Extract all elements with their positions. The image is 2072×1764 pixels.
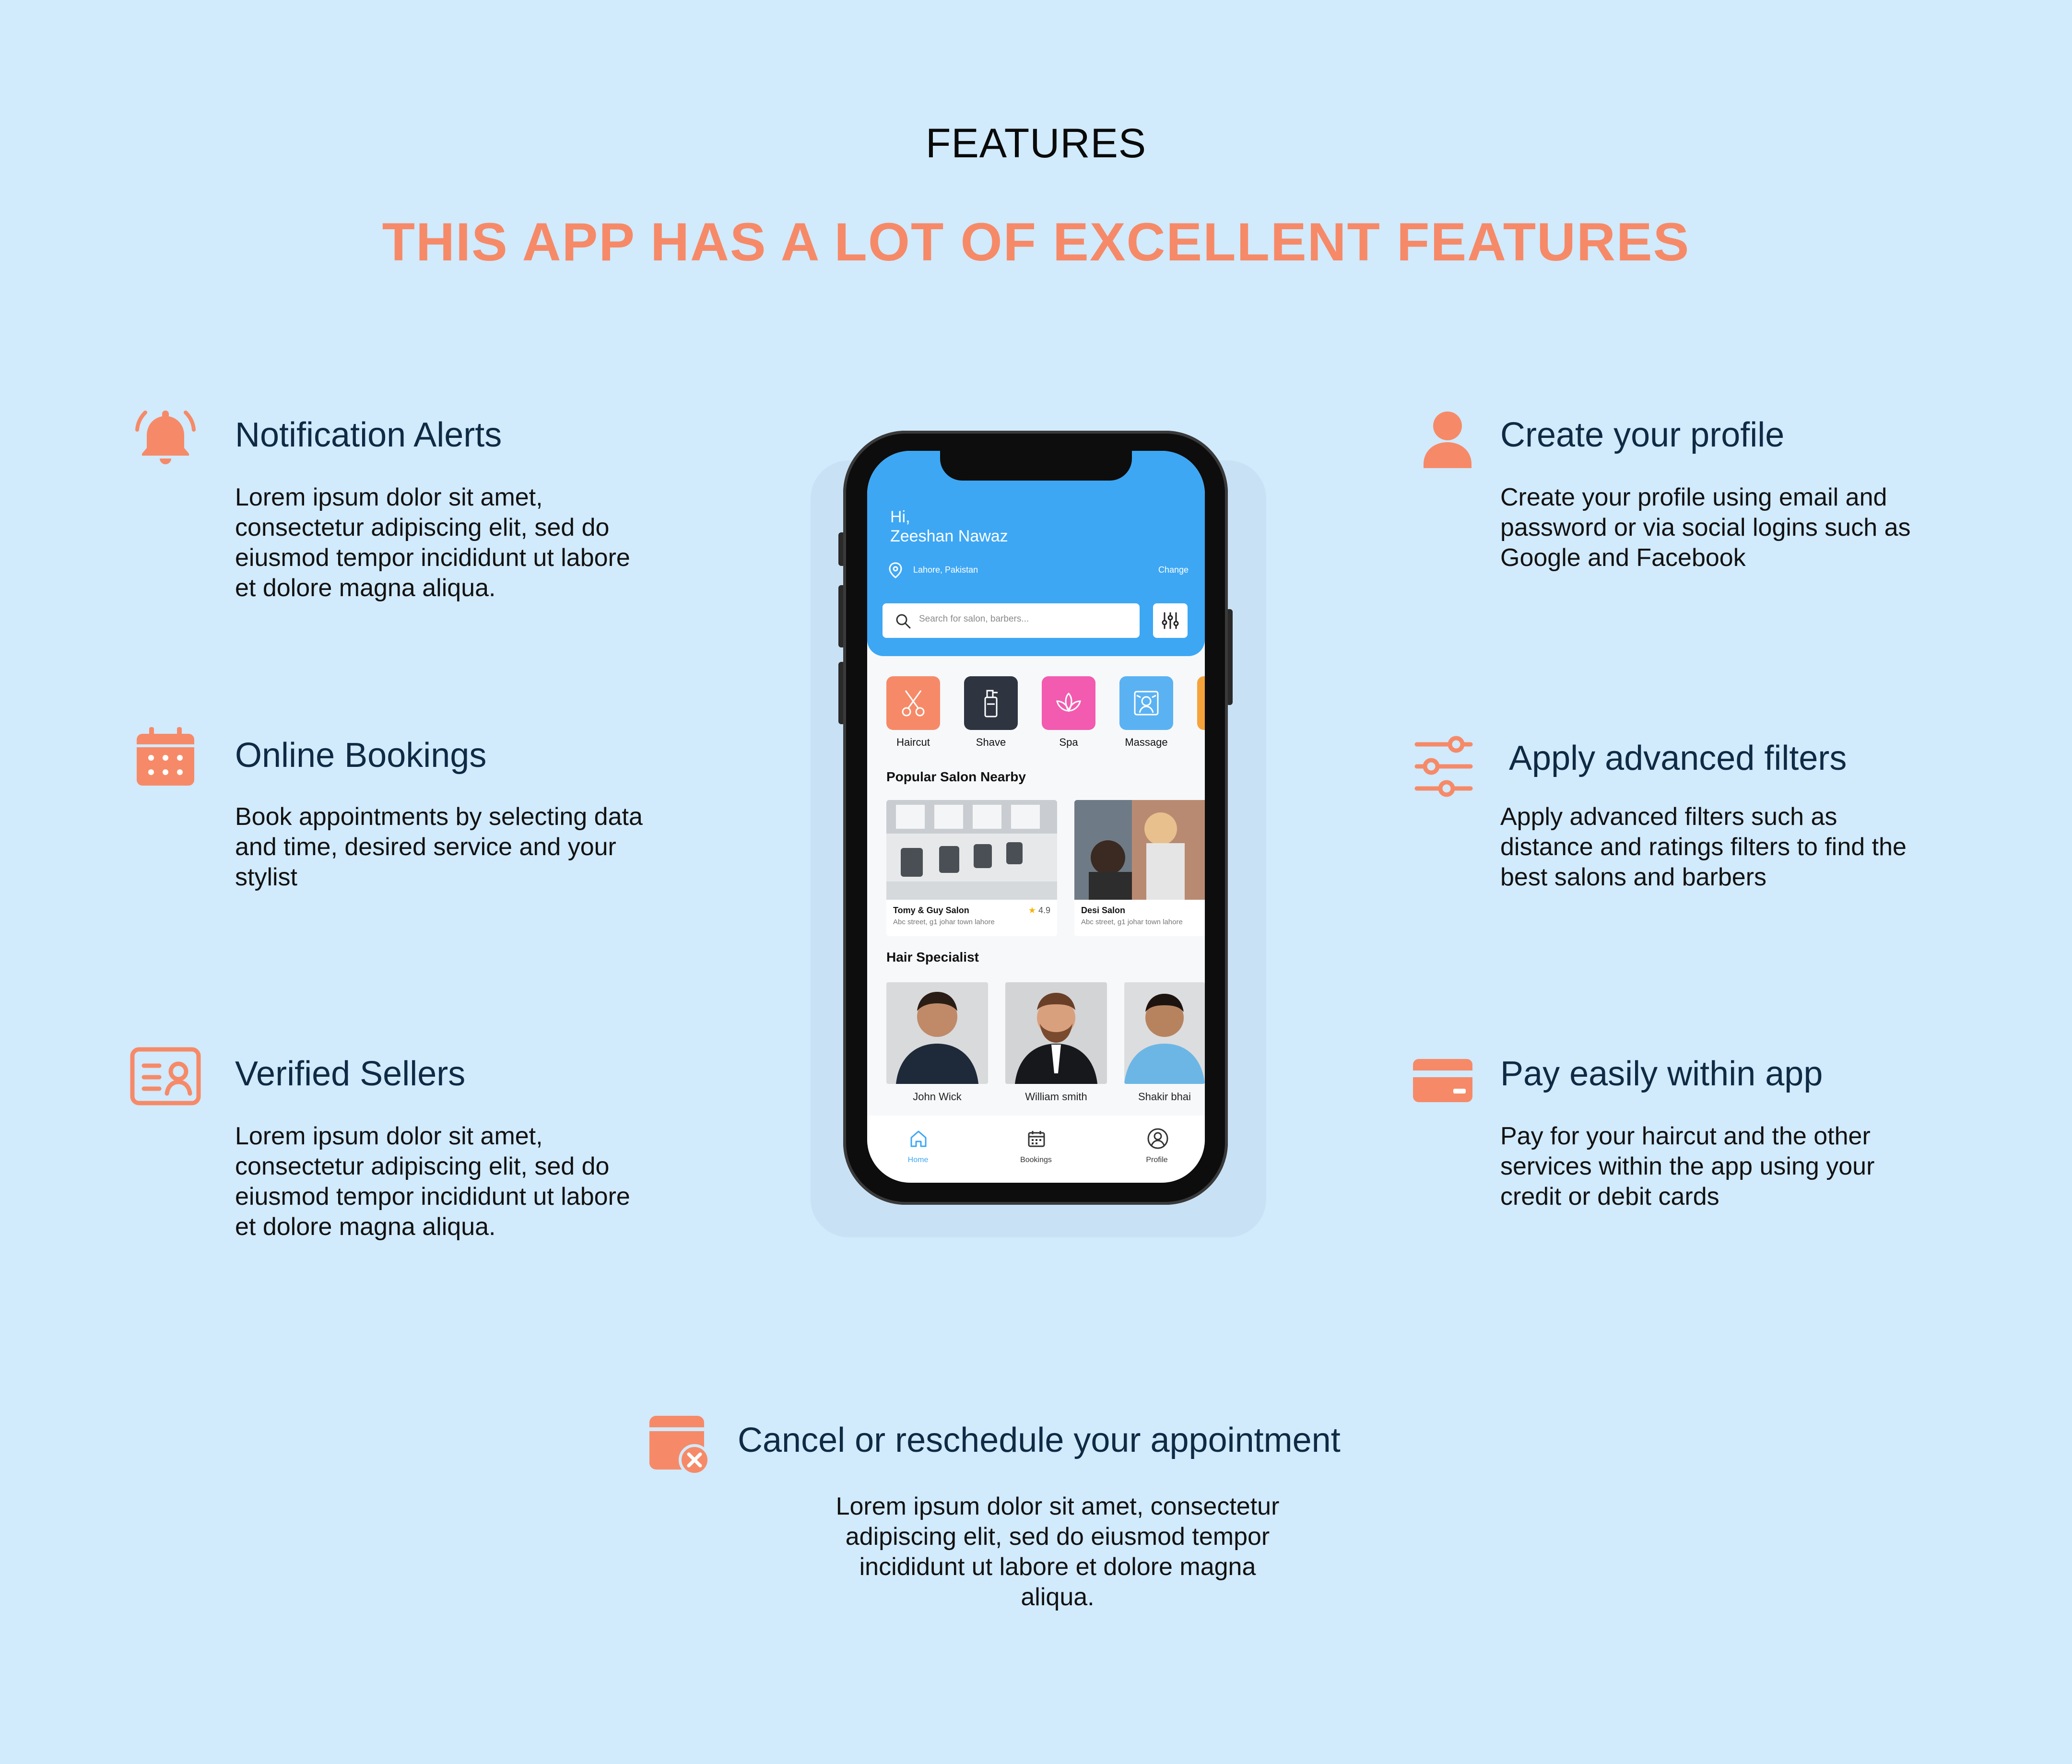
user-icon xyxy=(1424,412,1472,468)
feature-desc-bookings: Book appointments by selecting data and … xyxy=(235,803,643,891)
phone-screen: Hi, Zeeshan Nawaz Lahore, Pakistan Chang… xyxy=(867,451,1205,1183)
shaving-foam-icon xyxy=(984,690,998,717)
tab-label: Home xyxy=(907,1156,929,1164)
tab-home[interactable]: Home xyxy=(889,1129,947,1172)
profile-icon xyxy=(1147,1128,1168,1149)
lotus-icon xyxy=(1056,692,1081,712)
tab-label: Bookings xyxy=(1020,1156,1052,1164)
bottom-tab-bar: Home Bookings Profile xyxy=(867,1116,1205,1183)
id-card-icon xyxy=(130,1047,201,1105)
salon-address: Abc street, g1 johar town lahore xyxy=(893,918,995,926)
feature-title-profile: Create your profile xyxy=(1500,416,1785,454)
category-label: Massage xyxy=(1125,736,1168,748)
sliders-icon xyxy=(1414,736,1473,797)
bell-icon xyxy=(135,411,196,464)
specialist-photo[interactable] xyxy=(886,982,988,1084)
section-eyebrow: FEATURES xyxy=(925,120,1147,166)
massage-icon xyxy=(1134,691,1159,716)
salon-name: Desi Salon xyxy=(1081,906,1126,915)
feature-desc-verified: Lorem ipsum dolor sit amet, consectetur … xyxy=(235,1122,630,1241)
category-label: Spa xyxy=(1059,736,1078,748)
search-placeholder: Search for salon, barbers... xyxy=(919,614,1029,624)
feature-desc-notification: Lorem ipsum dolor sit amet, consectetur … xyxy=(235,483,630,602)
features-page: FEATURES THIS APP HAS A LOT OF EXCELLENT… xyxy=(0,0,2072,1764)
popular-salons-title: Popular Salon Nearby xyxy=(886,769,1026,784)
filter-sliders-icon xyxy=(1162,612,1179,629)
feature-title-filters: Apply advanced filters xyxy=(1509,739,1847,777)
search-icon xyxy=(896,614,911,629)
specialist-photo[interactable] xyxy=(1124,982,1205,1084)
filter-button[interactable] xyxy=(1153,603,1188,638)
feature-title-verified: Verified Sellers xyxy=(235,1055,466,1093)
star-icon: ★ xyxy=(1028,906,1038,915)
salon-photo xyxy=(886,800,1057,900)
feature-title-payment: Pay easily within app xyxy=(1500,1055,1823,1093)
specialist-name: John Wick xyxy=(913,1091,962,1103)
user-name: Zeeshan Nawaz xyxy=(890,527,1008,545)
category-more[interactable] xyxy=(1197,676,1205,730)
phone-notch xyxy=(940,450,1132,481)
tab-bookings[interactable]: Bookings xyxy=(1007,1129,1065,1172)
feature-desc-payment: Pay for your haircut and the other servi… xyxy=(1500,1122,1875,1211)
location-text: Lahore, Pakistan xyxy=(913,565,978,575)
feature-desc-profile: Create your profile using email and pass… xyxy=(1500,483,1911,572)
salon-card[interactable]: Tomy & Guy Salon Abc street, g1 johar to… xyxy=(886,800,1057,936)
category-shave[interactable] xyxy=(964,676,1018,730)
specialist-name: Shakir bhai xyxy=(1138,1091,1191,1103)
calendar-cancel-icon xyxy=(649,1416,710,1476)
category-spa[interactable] xyxy=(1042,676,1095,730)
credit-card-icon xyxy=(1413,1059,1472,1102)
portrait-image xyxy=(1124,982,1205,1084)
specialist-name: William smith xyxy=(1025,1091,1087,1103)
salon-photo xyxy=(1074,800,1205,900)
specialist-photo[interactable] xyxy=(1005,982,1107,1084)
location-pin-icon xyxy=(889,562,902,578)
scissors-icon xyxy=(902,690,925,717)
search-input[interactable]: Search for salon, barbers... xyxy=(883,603,1140,638)
hair-specialist-title: Hair Specialist xyxy=(886,950,979,964)
portrait-image xyxy=(1005,982,1107,1084)
tab-label: Profile xyxy=(1146,1156,1168,1164)
home-icon xyxy=(910,1130,927,1147)
category-label: Shave xyxy=(976,736,1006,748)
feature-title-cancel: Cancel or reschedule your appointment xyxy=(738,1421,1341,1459)
greeting: Hi, Zeeshan Nawaz xyxy=(890,508,1008,545)
category-haircut[interactable] xyxy=(886,676,940,730)
salon-card[interactable]: Desi Salon Abc street, g1 johar town lah… xyxy=(1074,800,1205,936)
tab-profile[interactable]: Profile xyxy=(1128,1127,1186,1172)
feature-title-notification: Notification Alerts xyxy=(235,416,502,454)
salon-rating: ★ 4.9 xyxy=(1028,906,1050,915)
portrait-image xyxy=(886,982,988,1084)
feature-desc-cancel: Lorem ipsum dolor sit amet, consectetur … xyxy=(836,1493,1280,1611)
category-label: Haircut xyxy=(896,736,930,748)
calendar-icon xyxy=(137,727,194,786)
change-location-link[interactable]: Change xyxy=(1158,565,1189,575)
category-massage[interactable] xyxy=(1119,676,1173,730)
section-headline: THIS APP HAS A LOT OF EXCELLENT FEATURES xyxy=(382,212,1690,272)
salon-name: Tomy & Guy Salon xyxy=(893,906,969,915)
calendar-icon xyxy=(1028,1131,1045,1147)
feature-desc-filters: Apply advanced filters such as distance … xyxy=(1500,803,1907,891)
app-header: Hi, Zeeshan Nawaz Lahore, Pakistan Chang… xyxy=(867,451,1205,656)
feature-title-bookings: Online Bookings xyxy=(235,736,487,775)
salon-address: Abc street, g1 johar town lahore xyxy=(1081,918,1183,926)
